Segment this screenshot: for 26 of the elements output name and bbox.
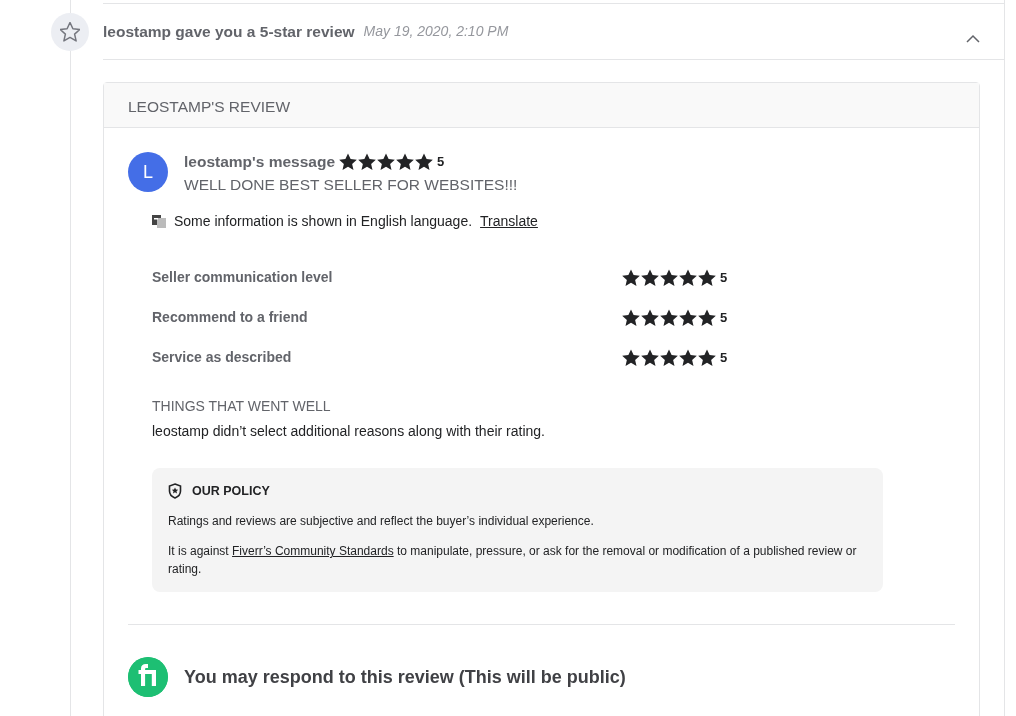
shield-icon bbox=[168, 482, 182, 499]
respond-title: You may respond to this review (This will be public) bbox=[184, 665, 626, 689]
policy-text: Ratings and reviews are subjective and reflect the buyer’s individual experience. bbox=[168, 513, 595, 531]
policy-text: It is against Fiverr’s Community Standards to manipulate, pressure, or ask for the removal or modification of a published review or rating. bbox=[168, 543, 858, 579]
avatar: L bbox=[128, 152, 168, 192]
rating-score: 5 bbox=[720, 308, 728, 327]
rating-label: Service as described bbox=[152, 348, 293, 367]
author-name: leostamp's message bbox=[184, 152, 335, 172]
rating-score: 5 bbox=[437, 152, 445, 171]
caret-icon bbox=[966, 34, 980, 44]
rating-score: 5 bbox=[720, 348, 728, 367]
translate-notice: Some information is shown in English language. bbox=[174, 211, 473, 231]
activity-date: May 19, 2020, 2:10 PM bbox=[363, 22, 509, 41]
activity-title: leostamp gave you a 5-star review bbox=[103, 21, 355, 42]
logo-icon bbox=[128, 657, 168, 698]
community-standards-link[interactable]: Fiverr’s Community Standards bbox=[232, 544, 394, 559]
rating-label: Seller communication level bbox=[152, 268, 334, 287]
rating-label: Recommend to a friend bbox=[152, 308, 309, 327]
policy-title: OUR POLICY bbox=[192, 482, 270, 500]
review-card-header: LEOSTAMP'S REVIEW bbox=[104, 83, 979, 128]
rating-score: 5 bbox=[720, 268, 728, 287]
translate-link[interactable]: Translate bbox=[480, 210, 538, 232]
section-text: leostamp didn’t select additional reasons along with their rating. bbox=[152, 421, 546, 441]
section-title: THINGS THAT WENT WELL bbox=[152, 396, 332, 416]
review-message: WELL DONE BEST SELLER FOR WEBSITES!!! bbox=[184, 175, 518, 196]
translate-icon bbox=[152, 214, 166, 228]
